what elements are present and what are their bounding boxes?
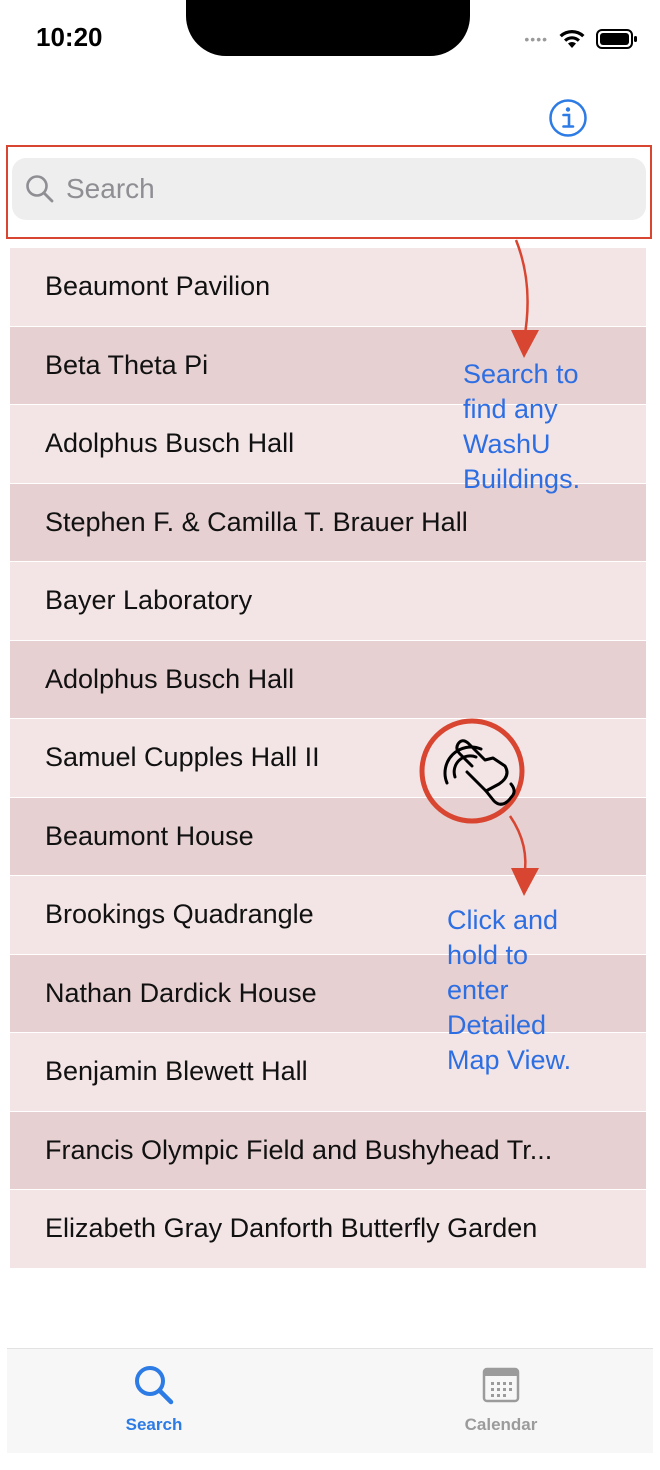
- signal-dots-icon: ••••: [524, 31, 548, 47]
- building-list-item[interactable]: Francis Olympic Field and Bushyhead Tr..…: [10, 1111, 646, 1190]
- building-list-item[interactable]: Samuel Cupples Hall II: [10, 719, 646, 798]
- hold-hint-line: enter: [447, 975, 509, 1005]
- hold-hint-line: Map View.: [447, 1045, 572, 1075]
- tab-search[interactable]: Search: [54, 1349, 254, 1453]
- tab-bar: Search Calendar: [7, 1348, 653, 1453]
- building-name: Francis Olympic Field and Bushyhead Tr..…: [45, 1134, 553, 1165]
- search-input[interactable]: [64, 172, 628, 206]
- info-circle-icon: [549, 99, 587, 137]
- building-name: Benjamin Blewett Hall: [45, 1056, 308, 1087]
- building-name: Beta Theta Pi: [45, 349, 209, 380]
- tab-calendar[interactable]: Calendar: [401, 1349, 601, 1453]
- building-name: Elizabeth Gray Danforth Butterfly Garden: [45, 1213, 538, 1244]
- hold-hint-line: Click and: [447, 905, 559, 935]
- building-list-item[interactable]: Bayer Laboratory: [10, 562, 646, 641]
- building-list-item[interactable]: Adolphus Busch Hall: [10, 640, 646, 719]
- tab-calendar-label: Calendar: [464, 1415, 538, 1434]
- hold-hint-text: Click and hold to enter Detailed Map Vie…: [447, 903, 571, 1078]
- building-list-item[interactable]: Elizabeth Gray Danforth Butterfly Garden: [10, 1190, 646, 1269]
- search-hint-text: Search to find any WashU Buildings.: [463, 357, 580, 497]
- magnifier-icon: [26, 175, 54, 203]
- building-name: Adolphus Busch Hall: [45, 428, 295, 459]
- building-name: Beaumont Pavilion: [45, 271, 271, 302]
- hold-hint-line: hold to: [447, 940, 529, 970]
- device-notch: [186, 0, 470, 56]
- building-name: Samuel Cupples Hall II: [45, 742, 320, 773]
- search-bar[interactable]: [12, 158, 646, 220]
- status-indicators: ••••: [524, 26, 638, 52]
- search-hint-line: Buildings.: [463, 464, 581, 494]
- battery-icon: [596, 29, 637, 49]
- wifi-icon: [559, 29, 585, 48]
- building-name: Bayer Laboratory: [45, 585, 253, 616]
- building-name: Adolphus Busch Hall: [45, 663, 295, 694]
- building-list-item[interactable]: Beaumont House: [10, 797, 646, 876]
- building-name: Beaumont House: [45, 820, 254, 851]
- calendar-icon: [482, 1367, 520, 1403]
- search-hint-line: WashU: [463, 429, 551, 459]
- tab-search-label: Search: [125, 1415, 183, 1434]
- status-bar: 10:20 ••••: [0, 0, 660, 80]
- search-icon: [135, 1366, 174, 1405]
- search-hint-line: find any: [463, 394, 558, 424]
- info-button[interactable]: [548, 98, 588, 138]
- building-list-item[interactable]: Beaumont Pavilion: [10, 248, 646, 327]
- hold-hint-line: Detailed: [447, 1010, 547, 1040]
- building-name: Brookings Quadrangle: [45, 899, 314, 930]
- building-name: Stephen F. & Camilla T. Brauer Hall: [45, 506, 468, 537]
- search-hint-line: Search to: [463, 359, 579, 389]
- building-name: Nathan Dardick House: [45, 977, 317, 1008]
- status-time: 10:20: [36, 22, 103, 52]
